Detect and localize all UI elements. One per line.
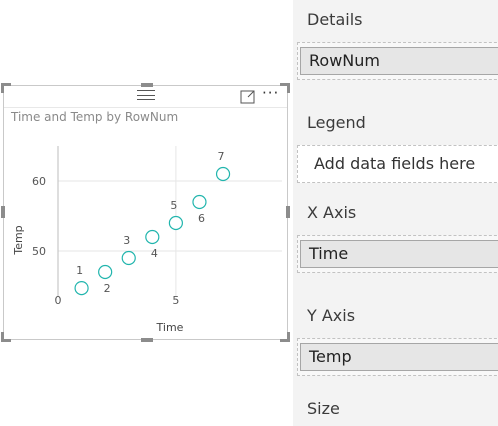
x-axis-well[interactable]: Time [297,235,498,273]
scatter-visual[interactable]: ··· Time and Temp by RowNum Temp Time 50… [1,83,290,342]
resize-handle-right[interactable] [286,206,290,218]
x-tick-label: 0 [55,294,62,307]
details-label: Details [307,10,363,29]
data-label: 3 [123,234,130,247]
y-axis-field-pill[interactable]: Temp [300,343,498,371]
details-well[interactable]: RowNum [297,42,498,80]
y-axis-label: Y Axis [307,306,356,325]
resize-handle-left[interactable] [1,206,5,218]
x-axis-field-pill[interactable]: Time [300,240,498,268]
data-label: 2 [104,282,111,295]
data-point [168,215,183,231]
resize-handle-top-right[interactable] [280,83,290,93]
size-label: Size [307,399,340,418]
report-canvas: ··· Time and Temp by RowNum Temp Time 50… [0,0,498,426]
data-point [192,194,207,210]
legend-label: Legend [307,113,366,132]
legend-well[interactable]: Add data fields here [297,145,498,183]
data-point [98,264,113,280]
resize-handle-bottom[interactable] [141,338,153,342]
scatter-chart: Time and Temp by RowNum Temp Time 50 60 0 5… [10,110,282,334]
details-field-pill[interactable]: RowNum [300,47,498,75]
x-axis-label: X Axis [307,203,357,222]
data-label: 7 [218,150,225,163]
resize-handle-bottom-right[interactable] [280,332,290,342]
fields-pane: Details RowNum Legend Add data fields he… [293,0,498,426]
chart-title: Time and Temp by RowNum [10,110,178,124]
x-tick-label: 5 [172,294,179,307]
resize-handle-top[interactable] [141,83,153,87]
y-tick-label: 50 [32,245,46,258]
resize-handle-top-left[interactable] [1,83,11,93]
resize-handle-bottom-left[interactable] [1,332,11,342]
data-point [74,281,89,296]
data-label: 1 [76,264,83,277]
y-axis-well[interactable]: Temp [297,338,498,376]
data-point [121,250,136,266]
data-label: 6 [198,212,205,225]
data-label: 4 [151,247,158,260]
data-label: 5 [170,199,177,212]
data-point [215,166,231,182]
legend-placeholder: Add data fields here [314,154,476,173]
y-axis-title: Temp [12,225,25,255]
x-axis-title: Time [156,321,184,334]
data-point [145,229,160,245]
y-tick-label: 60 [32,175,46,188]
